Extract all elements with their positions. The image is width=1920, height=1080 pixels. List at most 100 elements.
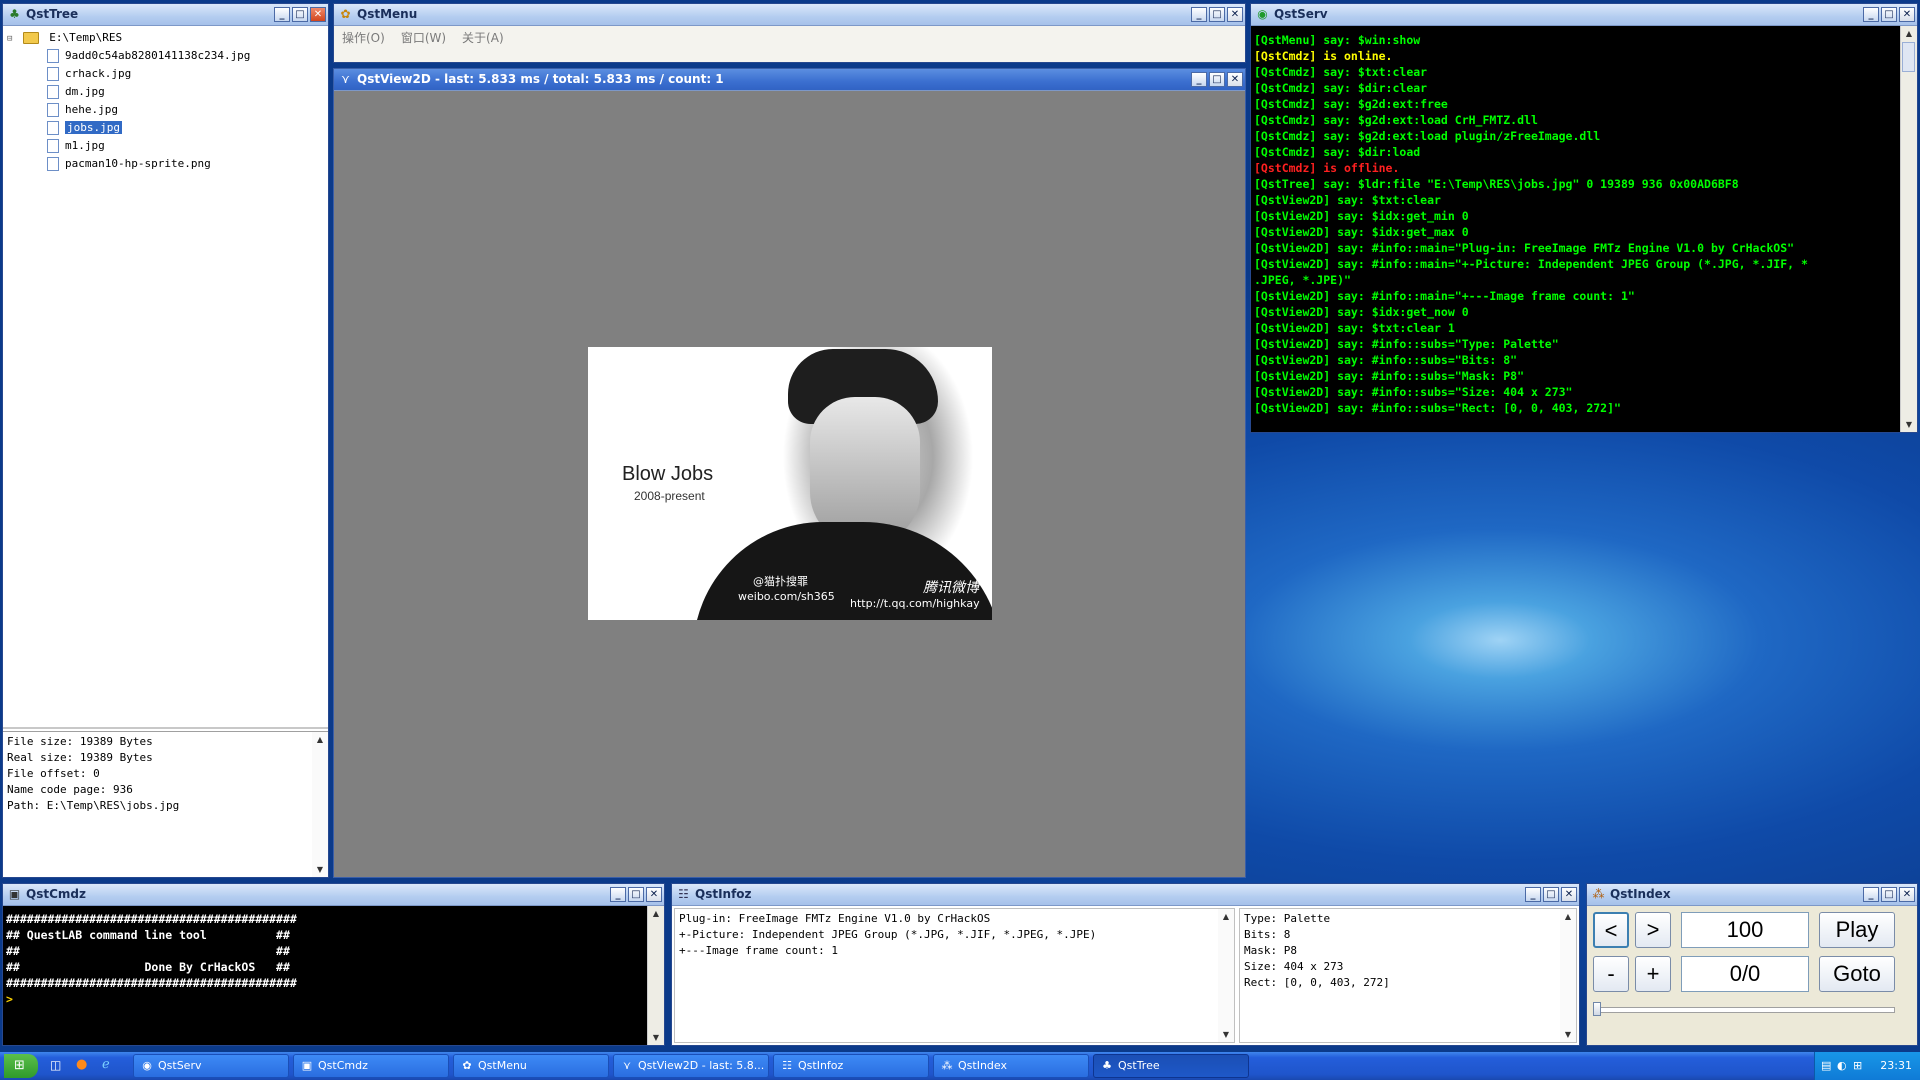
tree-file-label: m1.jpg xyxy=(65,139,105,152)
close-button[interactable]: ✕ xyxy=(1561,887,1577,902)
scroll-up-icon[interactable]: ▲ xyxy=(1560,909,1576,924)
close-button[interactable]: ✕ xyxy=(646,887,662,902)
close-button[interactable]: ✕ xyxy=(310,7,326,22)
tree-file-label: pacman10-hp-sprite.png xyxy=(65,157,211,170)
tree-titlebar[interactable]: ♣ QstTree _ □ ✕ xyxy=(3,4,328,26)
taskbar-item[interactable]: ▣ QstCmdz xyxy=(293,1054,449,1078)
index-field[interactable]: 0/0 xyxy=(1681,956,1809,992)
tree-file-item[interactable]: crhack.jpg xyxy=(7,65,324,83)
tree-file-item[interactable]: pacman10-hp-sprite.png xyxy=(7,155,324,173)
plugin-info-line: +-Picture: Independent JPEG Group (*.JPG… xyxy=(679,928,1097,941)
maximize-button[interactable]: □ xyxy=(1543,887,1559,902)
network-icon[interactable]: ▤ xyxy=(1821,1059,1831,1072)
scroll-down-icon[interactable]: ▼ xyxy=(312,862,328,877)
log-line: [QstView2D] say: #info::main="+-Picture:… xyxy=(1254,257,1808,271)
minimize-button[interactable]: _ xyxy=(274,7,290,22)
goto-button[interactable]: Goto xyxy=(1819,956,1895,992)
log-line: [QstCmdz] say: $txt:clear xyxy=(1254,65,1428,79)
next-frame-button[interactable]: > xyxy=(1635,912,1671,948)
command-console[interactable]: ########################################… xyxy=(3,910,648,1045)
tree-file-label: hehe.jpg xyxy=(65,103,118,116)
minimize-button[interactable]: _ xyxy=(1191,72,1207,87)
menu-item[interactable]: 关于(A) xyxy=(462,29,504,47)
taskbar-app-icon: ✿ xyxy=(462,1059,472,1072)
taskbar-item[interactable]: ☷ QstInfoz xyxy=(773,1054,929,1078)
taskbar-item[interactable]: ⁂ QstIndex xyxy=(933,1054,1089,1078)
minimize-button[interactable]: _ xyxy=(1191,7,1207,22)
close-button[interactable]: ✕ xyxy=(1227,7,1243,22)
scroll-up-icon[interactable]: ▲ xyxy=(1901,26,1917,41)
firefox-icon[interactable]: ● xyxy=(76,1057,87,1072)
tree-file-item[interactable]: hehe.jpg xyxy=(7,101,324,119)
ie-icon[interactable]: ℯ xyxy=(102,1057,110,1072)
play-button[interactable]: Play xyxy=(1819,912,1895,948)
minimize-button[interactable]: _ xyxy=(1863,7,1879,22)
close-button[interactable]: ✕ xyxy=(1227,72,1243,87)
taskbar-item[interactable]: ✿ QstMenu xyxy=(453,1054,609,1078)
tree-file-item[interactable]: m1.jpg xyxy=(7,137,324,155)
taskbar-item[interactable]: ◉ QstServ xyxy=(133,1054,289,1078)
scroll-down-icon[interactable]: ▼ xyxy=(1901,417,1917,432)
tree-root[interactable]: ⊟ E:\Temp\RES xyxy=(7,29,324,47)
scroll-down-icon[interactable]: ▼ xyxy=(1560,1027,1576,1042)
scroll-thumb[interactable] xyxy=(1902,42,1915,72)
infoz-titlebar[interactable]: ☷ QstInfoz _ □ ✕ xyxy=(672,884,1579,906)
zoom-out-button[interactable]: - xyxy=(1593,956,1629,992)
view-window: ⋎ QstView2D - last: 5.833 ms / total: 5.… xyxy=(333,68,1246,878)
tree-file-item[interactable]: 9add0c54ab8280141138c234.jpg xyxy=(7,47,324,65)
close-button[interactable]: ✕ xyxy=(1899,887,1915,902)
scroll-down-icon[interactable]: ▼ xyxy=(648,1030,664,1045)
scroll-up-icon[interactable]: ▲ xyxy=(648,906,664,921)
maximize-button[interactable]: □ xyxy=(1209,7,1225,22)
tree-file-item[interactable]: jobs.jpg xyxy=(7,119,324,137)
maximize-button[interactable]: □ xyxy=(1881,7,1897,22)
view-canvas[interactable]: Blow Jobs 2008-present @猫扑搜罪 weibo.com/s… xyxy=(334,91,1245,877)
infoz-right-scrollbar[interactable]: ▲ ▼ xyxy=(1560,909,1576,1042)
taskbar-item[interactable]: ⋎ QstView2D - last: 5.8... xyxy=(613,1054,769,1078)
taskbar-item[interactable]: ♣ QstTree xyxy=(1093,1054,1249,1078)
cmdz-titlebar[interactable]: ▣ QstCmdz _ □ ✕ xyxy=(3,884,664,906)
maximize-button[interactable]: □ xyxy=(1209,72,1225,87)
taskbar-item-label: QstTree xyxy=(1118,1059,1160,1072)
infoz-left-scrollbar[interactable]: ▲ ▼ xyxy=(1218,909,1234,1042)
minimize-button[interactable]: _ xyxy=(1525,887,1541,902)
prev-frame-button[interactable]: < xyxy=(1593,912,1629,948)
scroll-up-icon[interactable]: ▲ xyxy=(312,732,328,747)
file-tree[interactable]: ⊟ E:\Temp\RES 9add0c54ab8280141138c234.j… xyxy=(3,26,328,176)
scroll-up-icon[interactable]: ▲ xyxy=(1218,909,1234,924)
minimize-button[interactable]: _ xyxy=(610,887,626,902)
console-scrollbar[interactable]: ▲ ▼ xyxy=(647,906,664,1045)
desktop-icon[interactable]: ◫ xyxy=(50,1058,61,1072)
maximize-button[interactable]: □ xyxy=(1881,887,1897,902)
collapse-icon[interactable]: ⊟ xyxy=(7,30,16,48)
menu-item[interactable]: 操作(O) xyxy=(342,29,385,47)
tray-grid-icon[interactable]: ⊞ xyxy=(1853,1059,1862,1072)
close-button[interactable]: ✕ xyxy=(1899,7,1915,22)
maximize-button[interactable]: □ xyxy=(628,887,644,902)
zoom-in-button[interactable]: + xyxy=(1635,956,1671,992)
minimize-button[interactable]: _ xyxy=(1863,887,1879,902)
clock[interactable]: 23:31 xyxy=(1880,1059,1912,1072)
log-line: [QstView2D] say: #info::main="+---Image … xyxy=(1254,289,1635,303)
log-scrollbar[interactable]: ▲ ▼ xyxy=(1900,26,1917,432)
frame-slider[interactable] xyxy=(1593,1002,1895,1016)
cmdz-app-icon: ▣ xyxy=(8,887,21,901)
tree-file-item[interactable]: dm.jpg xyxy=(7,83,324,101)
folder-icon xyxy=(22,32,39,44)
menu-titlebar[interactable]: ✿ QstMenu _ □ ✕ xyxy=(334,4,1245,26)
slider-thumb[interactable] xyxy=(1593,1002,1601,1016)
console-line: ## Done By CrHackOS ## xyxy=(6,960,290,974)
menu-item[interactable]: 窗口(W) xyxy=(401,29,446,47)
delay-field[interactable]: 100 xyxy=(1681,912,1809,948)
image-info: Type: Palette Bits: 8 Mask: P8 Size: 404 x … xyxy=(1240,909,1576,993)
volume-icon[interactable]: ◐ xyxy=(1837,1059,1847,1072)
file-info-line: Real size: 19389 Bytes xyxy=(7,751,153,764)
scroll-down-icon[interactable]: ▼ xyxy=(1218,1027,1234,1042)
info-scrollbar[interactable]: ▲ ▼ xyxy=(312,732,328,877)
console-prompt[interactable]: > xyxy=(6,991,645,1007)
index-titlebar[interactable]: ⁂ QstIndex _ □ ✕ xyxy=(1587,884,1917,906)
view-titlebar[interactable]: ⋎ QstView2D - last: 5.833 ms / total: 5.… xyxy=(334,69,1245,91)
serv-titlebar[interactable]: ◉ QstServ _ □ ✕ xyxy=(1251,4,1917,26)
maximize-button[interactable]: □ xyxy=(292,7,308,22)
displayed-image: Blow Jobs 2008-present @猫扑搜罪 weibo.com/s… xyxy=(588,347,992,620)
